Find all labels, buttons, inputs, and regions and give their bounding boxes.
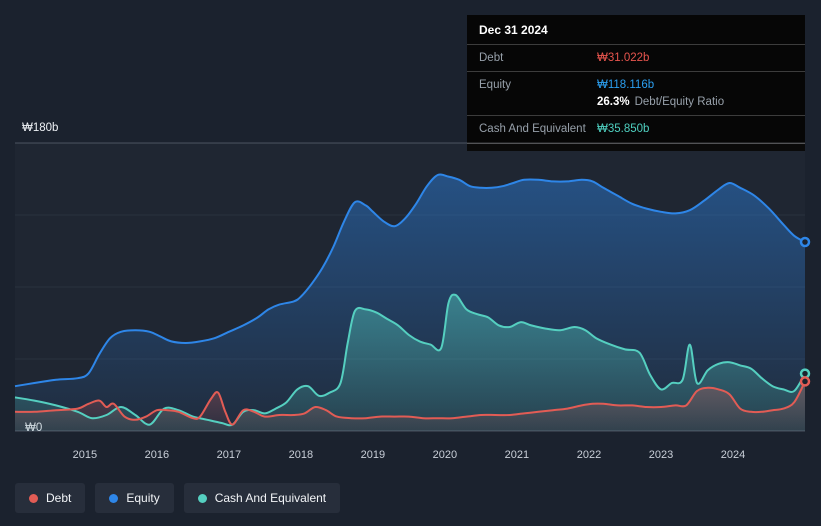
- legend-dot: [109, 493, 119, 503]
- legend-label: Equity: [126, 491, 160, 505]
- tooltip-row-cash: Cash And Equivalent ₩35.850b: [467, 116, 805, 144]
- legend-item-equity[interactable]: Equity: [95, 483, 174, 513]
- legend-item-cash-and-equivalent[interactable]: Cash And Equivalent: [183, 483, 341, 513]
- tooltip-equity-value: ₩118.116b: [597, 79, 655, 91]
- legend: Debt Equity Cash And Equivalent: [15, 483, 341, 513]
- tooltip-cash-value: ₩35.850b: [597, 123, 650, 135]
- x-axis-tick-2021: 2021: [504, 449, 530, 461]
- x-axis-tick-2024: 2024: [720, 449, 746, 461]
- y-axis-label-max: ₩180b: [22, 122, 59, 134]
- legend-dot: [29, 493, 38, 503]
- tooltip-debt-value: ₩31.022b: [597, 52, 650, 64]
- x-axis-tick-2022: 2022: [576, 449, 602, 461]
- legend-label: Debt: [46, 491, 72, 505]
- x-axis-tick-2018: 2018: [288, 449, 314, 461]
- data-tooltip: Dec 31 2024 Debt ₩31.022b Equity ₩118.11…: [467, 15, 805, 151]
- area-chart-svg: [14, 142, 811, 432]
- x-axis-tick-2015: 2015: [72, 449, 98, 461]
- x-axis-tick-2023: 2023: [648, 449, 674, 461]
- x-axis-tick-2017: 2017: [216, 449, 242, 461]
- tooltip-debt-label: Debt: [479, 52, 504, 64]
- debt-equity-history-chart: Dec 31 2024 Debt ₩31.022b Equity ₩118.11…: [0, 0, 821, 526]
- tooltip-row-equity: Equity ₩118.116b: [467, 72, 805, 93]
- x-axis-tick-2016: 2016: [144, 449, 170, 461]
- legend-dot: [197, 493, 207, 503]
- tooltip-date: Dec 31 2024: [467, 15, 805, 45]
- tooltip-ratio: 26.3% Debt/Equity Ratio: [597, 96, 724, 108]
- tooltip-ratio-label: Debt/Equity Ratio: [634, 96, 725, 108]
- tooltip-row-ratio: 26.3% Debt/Equity Ratio: [467, 93, 805, 116]
- tooltip-cash-label: Cash And Equivalent: [479, 123, 586, 135]
- legend-label: Cash And Equivalent: [214, 491, 327, 505]
- tooltip-ratio-value: 26.3%: [597, 96, 630, 108]
- x-axis-tick-2020: 2020: [432, 449, 458, 461]
- tooltip-equity-label: Equity: [479, 79, 511, 91]
- plot-area[interactable]: [14, 142, 811, 432]
- x-axis: 2015 2016 2017 2018 2019 2020 2021 2022 2023 2024: [15, 449, 805, 463]
- x-axis-tick-2019: 2019: [360, 449, 386, 461]
- tooltip-row-debt: Debt ₩31.022b: [467, 45, 805, 72]
- legend-item-debt[interactable]: Debt: [15, 483, 86, 513]
